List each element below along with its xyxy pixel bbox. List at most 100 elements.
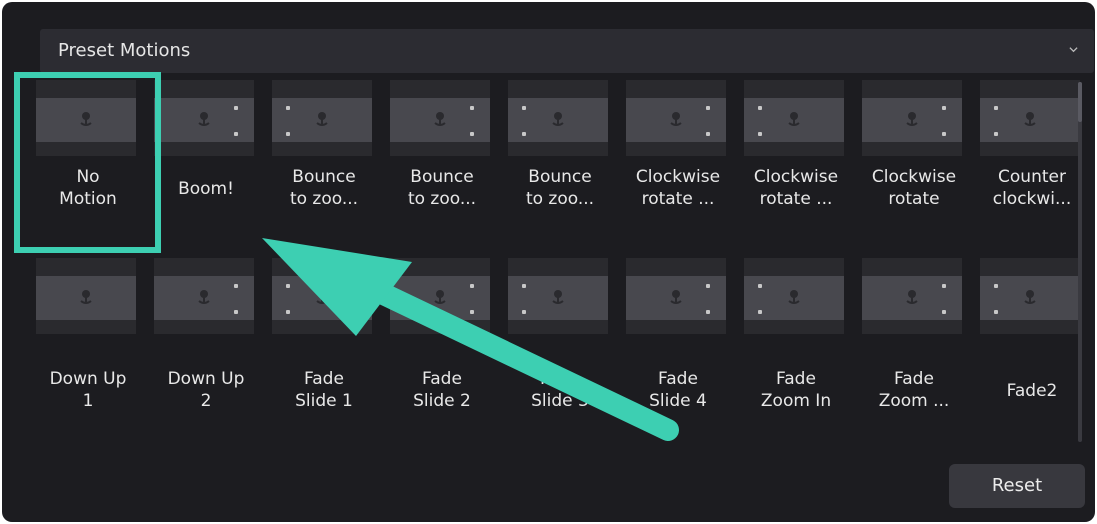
motion-marker	[470, 310, 474, 314]
preset-label-line1: Clockwise	[753, 167, 839, 187]
flower-icon	[788, 112, 800, 126]
motion-marker	[522, 132, 526, 136]
preset-thumbnail	[862, 258, 962, 334]
preset-label: Down Up 1	[28, 368, 148, 412]
preset-tile[interactable]: Fade2	[976, 258, 1088, 430]
preset-tile[interactable]: Fade Zoom In	[740, 258, 852, 430]
motion-marker	[706, 310, 710, 314]
motion-marker	[234, 106, 238, 110]
preset-thumbnail	[272, 80, 372, 156]
preset-label: Fade Slide 4	[618, 368, 738, 412]
preset-label-line2: to zoo...	[525, 189, 595, 209]
preset-label-line2: Slide 1	[295, 391, 353, 411]
flower-icon	[1024, 290, 1036, 304]
preset-label: Fade Slide 1	[264, 368, 384, 412]
preset-thumbnail	[36, 258, 136, 334]
preset-label-line1: Fade	[894, 369, 934, 389]
reset-button[interactable]: Reset	[949, 464, 1085, 508]
preset-label: Boom!	[146, 178, 266, 200]
motion-marker	[234, 284, 238, 288]
motion-marker	[470, 106, 474, 110]
preset-tile[interactable]: Clockwise rotate	[858, 80, 970, 252]
motion-marker	[942, 310, 946, 314]
preset-label: Counter clockwi...	[972, 166, 1092, 210]
flower-icon	[788, 290, 800, 304]
preset-label-line1: Counter	[998, 167, 1066, 187]
preset-tile[interactable]: Fade Slide 3	[504, 258, 616, 430]
preset-label-line1: Fade	[776, 369, 816, 389]
preset-tile[interactable]: Down Up 1	[32, 258, 144, 430]
flower-icon	[906, 290, 918, 304]
preset-thumbnail	[744, 258, 844, 334]
preset-tile[interactable]: Clockwise rotate ...	[740, 80, 852, 252]
preset-label-line1: Fade	[540, 369, 580, 389]
vertical-scrollbar[interactable]	[1078, 82, 1082, 442]
preset-tile[interactable]: Down Up 2	[150, 258, 262, 430]
preset-thumbnail	[390, 80, 490, 156]
preset-label-line1: Clockwise	[871, 167, 957, 187]
flower-icon	[670, 112, 682, 126]
preset-thumbnail	[154, 80, 254, 156]
preset-tile[interactable]: Clockwise rotate ...	[622, 80, 734, 252]
preset-thumbnail	[154, 258, 254, 334]
motion-marker	[522, 106, 526, 110]
preset-label-line2: 1	[82, 391, 94, 411]
preset-tile[interactable]: Fade Zoom ...	[858, 258, 970, 430]
preset-thumbnail	[626, 258, 726, 334]
preset-tile[interactable]: Fade Slide 4	[622, 258, 734, 430]
motion-marker	[706, 132, 710, 136]
motion-marker	[286, 106, 290, 110]
preset-thumbnail	[272, 258, 372, 334]
motion-marker	[234, 132, 238, 136]
motion-marker	[758, 132, 762, 136]
preset-label-line1: Bounce	[292, 167, 356, 187]
motion-marker	[234, 310, 238, 314]
preset-label-line1: Boom!	[178, 179, 234, 199]
preset-tile[interactable]: Fade Slide 2	[386, 258, 498, 430]
flower-icon	[198, 112, 210, 126]
preset-label-line2: Zoom In	[760, 391, 832, 411]
preset-label: Clockwise rotate	[854, 166, 974, 210]
preset-label-line2: to zoo...	[407, 189, 477, 209]
motion-marker	[942, 106, 946, 110]
motion-marker	[706, 106, 710, 110]
preset-tile[interactable]: Bounce to zoo...	[386, 80, 498, 252]
preset-thumbnail	[980, 80, 1080, 156]
preset-thumbnail	[508, 258, 608, 334]
preset-label-line2: rotate ...	[641, 189, 715, 209]
preset-label: Clockwise rotate ...	[618, 166, 738, 210]
preset-label-line1: Bounce	[528, 167, 592, 187]
preset-label-line1: Down Up	[167, 369, 245, 389]
preset-tile[interactable]: Counter clockwi...	[976, 80, 1088, 252]
motion-marker	[994, 132, 998, 136]
flower-icon	[434, 112, 446, 126]
motion-marker	[522, 284, 526, 288]
motion-marker	[470, 132, 474, 136]
preset-label: Fade Slide 2	[382, 368, 502, 412]
motion-marker	[758, 310, 762, 314]
flower-icon	[198, 290, 210, 304]
flower-icon	[906, 112, 918, 126]
motion-marker	[758, 284, 762, 288]
preset-thumbnail	[862, 80, 962, 156]
preset-label: Bounce to zoo...	[500, 166, 620, 210]
preset-label: Fade Zoom In	[736, 368, 856, 412]
preset-label: Fade2	[972, 380, 1092, 402]
scrollbar-thumb[interactable]	[1078, 82, 1082, 122]
flower-icon	[316, 290, 328, 304]
preset-label: Clockwise rotate ...	[736, 166, 856, 210]
preset-label-line2: to zoo...	[289, 189, 359, 209]
flower-icon	[552, 290, 564, 304]
preset-label-line1: Clockwise	[635, 167, 721, 187]
preset-thumbnail	[626, 80, 726, 156]
flower-icon	[80, 290, 92, 304]
motion-marker	[286, 310, 290, 314]
preset-tile[interactable]: Bounce to zoo...	[268, 80, 380, 252]
preset-thumbnail	[980, 258, 1080, 334]
preset-tile[interactable]: Boom!	[150, 80, 262, 252]
flower-icon	[434, 290, 446, 304]
preset-tile[interactable]: Bounce to zoo...	[504, 80, 616, 252]
preset-tile[interactable]: Fade Slide 1	[268, 258, 380, 430]
flower-icon	[670, 290, 682, 304]
preset-label-line2: rotate	[888, 189, 940, 209]
